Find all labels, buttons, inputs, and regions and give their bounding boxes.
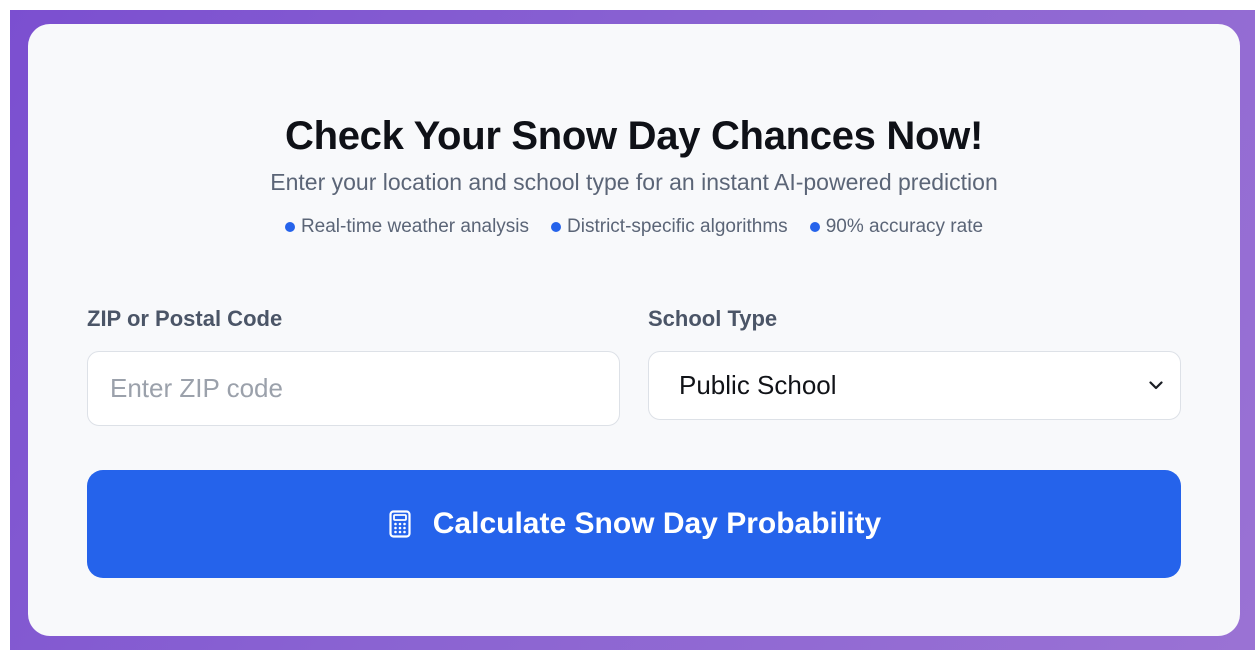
feature-item: District-specific algorithms [551, 214, 788, 240]
calculate-button-label: Calculate Snow Day Probability [432, 507, 882, 540]
zip-input[interactable] [87, 351, 620, 426]
bullet-dot-icon [551, 222, 562, 232]
zip-label: ZIP or Postal Code [87, 306, 283, 331]
bullet-dot-icon [809, 222, 820, 232]
feature-label: 90% accuracy rate [825, 216, 984, 237]
feature-item: 90% accuracy rate [809, 214, 984, 240]
calculate-button[interactable]: Calculate Snow Day Probability [87, 470, 1181, 578]
page-title: Check Your Snow Day Chances Now! [285, 114, 983, 158]
feature-label: District-specific algorithms [567, 216, 788, 237]
school-type-value: Public School [679, 370, 837, 400]
feature-item: Real-time weather analysis [284, 214, 530, 240]
prediction-card: Check Your Snow Day Chances Now! Enter y… [28, 24, 1240, 636]
school-type-select[interactable]: Public School [648, 351, 1181, 420]
chevron-down-icon [1148, 378, 1164, 394]
bullet-dot-icon [284, 222, 295, 232]
feature-list: Real-time weather analysis District-spec… [28, 214, 1240, 240]
calculator-icon [387, 509, 413, 539]
feature-label: Real-time weather analysis [300, 216, 530, 237]
school-type-label: School Type [648, 306, 778, 331]
page-subtitle: Enter your location and school type for … [270, 169, 998, 195]
